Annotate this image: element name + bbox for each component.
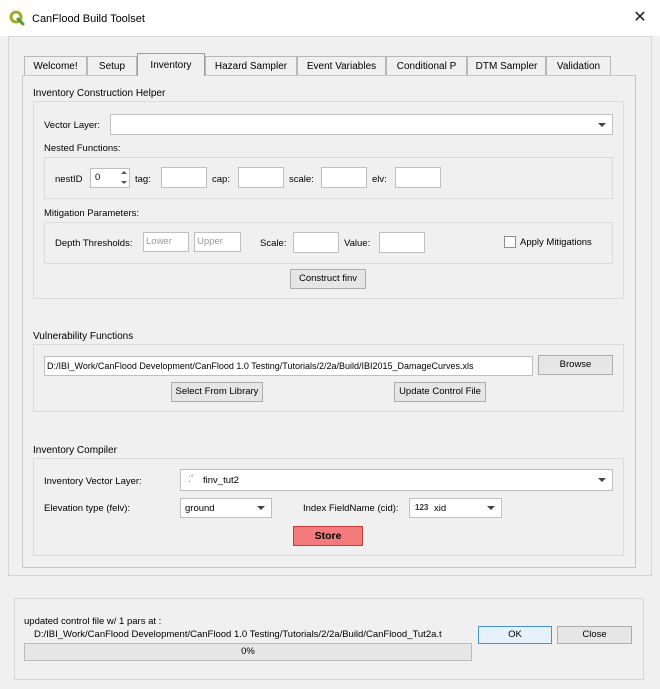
vector-layer-label: Vector Layer:: [44, 120, 100, 131]
mitigation-scale-input[interactable]: [293, 232, 339, 253]
chevron-down-icon: [257, 506, 265, 510]
tab-welcome[interactable]: Welcome!: [24, 56, 87, 75]
depth-lower-input[interactable]: Lower: [143, 232, 189, 252]
construction-title: Inventory Construction Helper: [33, 88, 166, 99]
vector-layer-combo[interactable]: [110, 114, 613, 135]
index-fieldname-label: Index FieldName (cid):: [303, 503, 399, 514]
tag-label: tag:: [135, 174, 151, 185]
mitigation-value-input[interactable]: [379, 232, 425, 253]
spin-down-icon[interactable]: [121, 181, 127, 184]
tag-input[interactable]: [161, 167, 207, 188]
progress-bar: 0%: [24, 643, 472, 661]
select-from-library-button[interactable]: Select From Library: [171, 382, 263, 402]
progress-text: 0%: [241, 646, 255, 657]
inventory-vector-layer-label: Inventory Vector Layer:: [44, 476, 142, 487]
mitigation-scale-label: Scale:: [260, 238, 287, 249]
elevation-type-value: ground: [185, 503, 215, 514]
lower-placeholder: Lower: [146, 236, 172, 247]
tab-dtm-sampler[interactable]: DTM Sampler: [467, 56, 546, 75]
scale-input[interactable]: [321, 167, 367, 188]
point-layer-icon: ⁚˚: [188, 474, 194, 484]
elevation-type-combo[interactable]: ground: [180, 498, 272, 518]
elevation-type-label: Elevation type (felv):: [44, 503, 131, 514]
depth-upper-input[interactable]: Upper: [194, 232, 241, 252]
nestid-value: 0: [95, 172, 101, 183]
construct-finv-button[interactable]: Construct finv: [290, 269, 366, 289]
tab-hazard-sampler[interactable]: Hazard Sampler: [205, 56, 297, 75]
depth-thresholds-label: Depth Thresholds:: [55, 238, 133, 249]
nested-functions-label: Nested Functions:: [44, 143, 121, 154]
inventory-vector-layer-value: finv_tut2: [203, 475, 239, 486]
cap-label: cap:: [212, 174, 230, 185]
spin-up-icon[interactable]: [121, 171, 127, 174]
tab-inventory[interactable]: Inventory: [137, 53, 205, 76]
upper-placeholder: Upper: [197, 236, 223, 247]
scale-label: scale:: [289, 174, 314, 185]
apply-mitigations-label: Apply Mitigations: [520, 237, 592, 248]
qgis-icon: [9, 10, 25, 26]
inventory-vector-layer-combo[interactable]: ⁚˚ finv_tut2: [180, 469, 613, 491]
window-title: CanFlood Build Toolset: [32, 13, 145, 25]
vulnerability-path-value: D:/IBI_Work/CanFlood Development/CanFloo…: [47, 361, 474, 371]
vulnerability-path-input[interactable]: D:/IBI_Work/CanFlood Development/CanFloo…: [44, 356, 533, 376]
status-message-line1: updated control file w/ 1 pars at :: [24, 616, 162, 627]
vulnerability-title: Vulnerability Functions: [33, 331, 134, 342]
store-button[interactable]: Store: [293, 526, 363, 546]
compiler-title: Inventory Compiler: [33, 445, 117, 456]
index-fieldname-combo[interactable]: 123 xid: [409, 498, 502, 518]
value-label: Value:: [344, 238, 371, 249]
tab-event-variables[interactable]: Event Variables: [297, 56, 386, 75]
vulnerability-group: [33, 344, 624, 412]
nestid-label: nestID: [55, 174, 83, 185]
tab-validation[interactable]: Validation: [546, 56, 611, 75]
apply-mitigations-checkbox[interactable]: [504, 236, 516, 248]
ok-button[interactable]: OK: [478, 626, 552, 644]
tab-setup[interactable]: Setup: [87, 56, 137, 75]
close-icon[interactable]: ✕: [630, 8, 650, 28]
chevron-down-icon: [487, 506, 495, 510]
mitigation-label: Mitigation Parameters:: [44, 208, 140, 219]
index-fieldname-value: xid: [434, 503, 447, 514]
browse-button[interactable]: Browse: [538, 355, 613, 375]
update-control-file-button[interactable]: Update Control File: [394, 382, 486, 402]
numeric-field-icon: 123: [415, 503, 429, 512]
chevron-down-icon: [598, 122, 606, 127]
tab-conditional-p[interactable]: Conditional P: [386, 56, 467, 75]
cap-input[interactable]: [238, 167, 284, 188]
close-button[interactable]: Close: [557, 626, 632, 644]
elv-label: elv:: [372, 174, 387, 185]
elv-input[interactable]: [395, 167, 441, 188]
status-message-line2: D:/IBI_Work/CanFlood Development/CanFloo…: [34, 629, 442, 640]
nestid-spinbox[interactable]: 0: [90, 168, 130, 188]
chevron-down-icon: [598, 478, 606, 482]
